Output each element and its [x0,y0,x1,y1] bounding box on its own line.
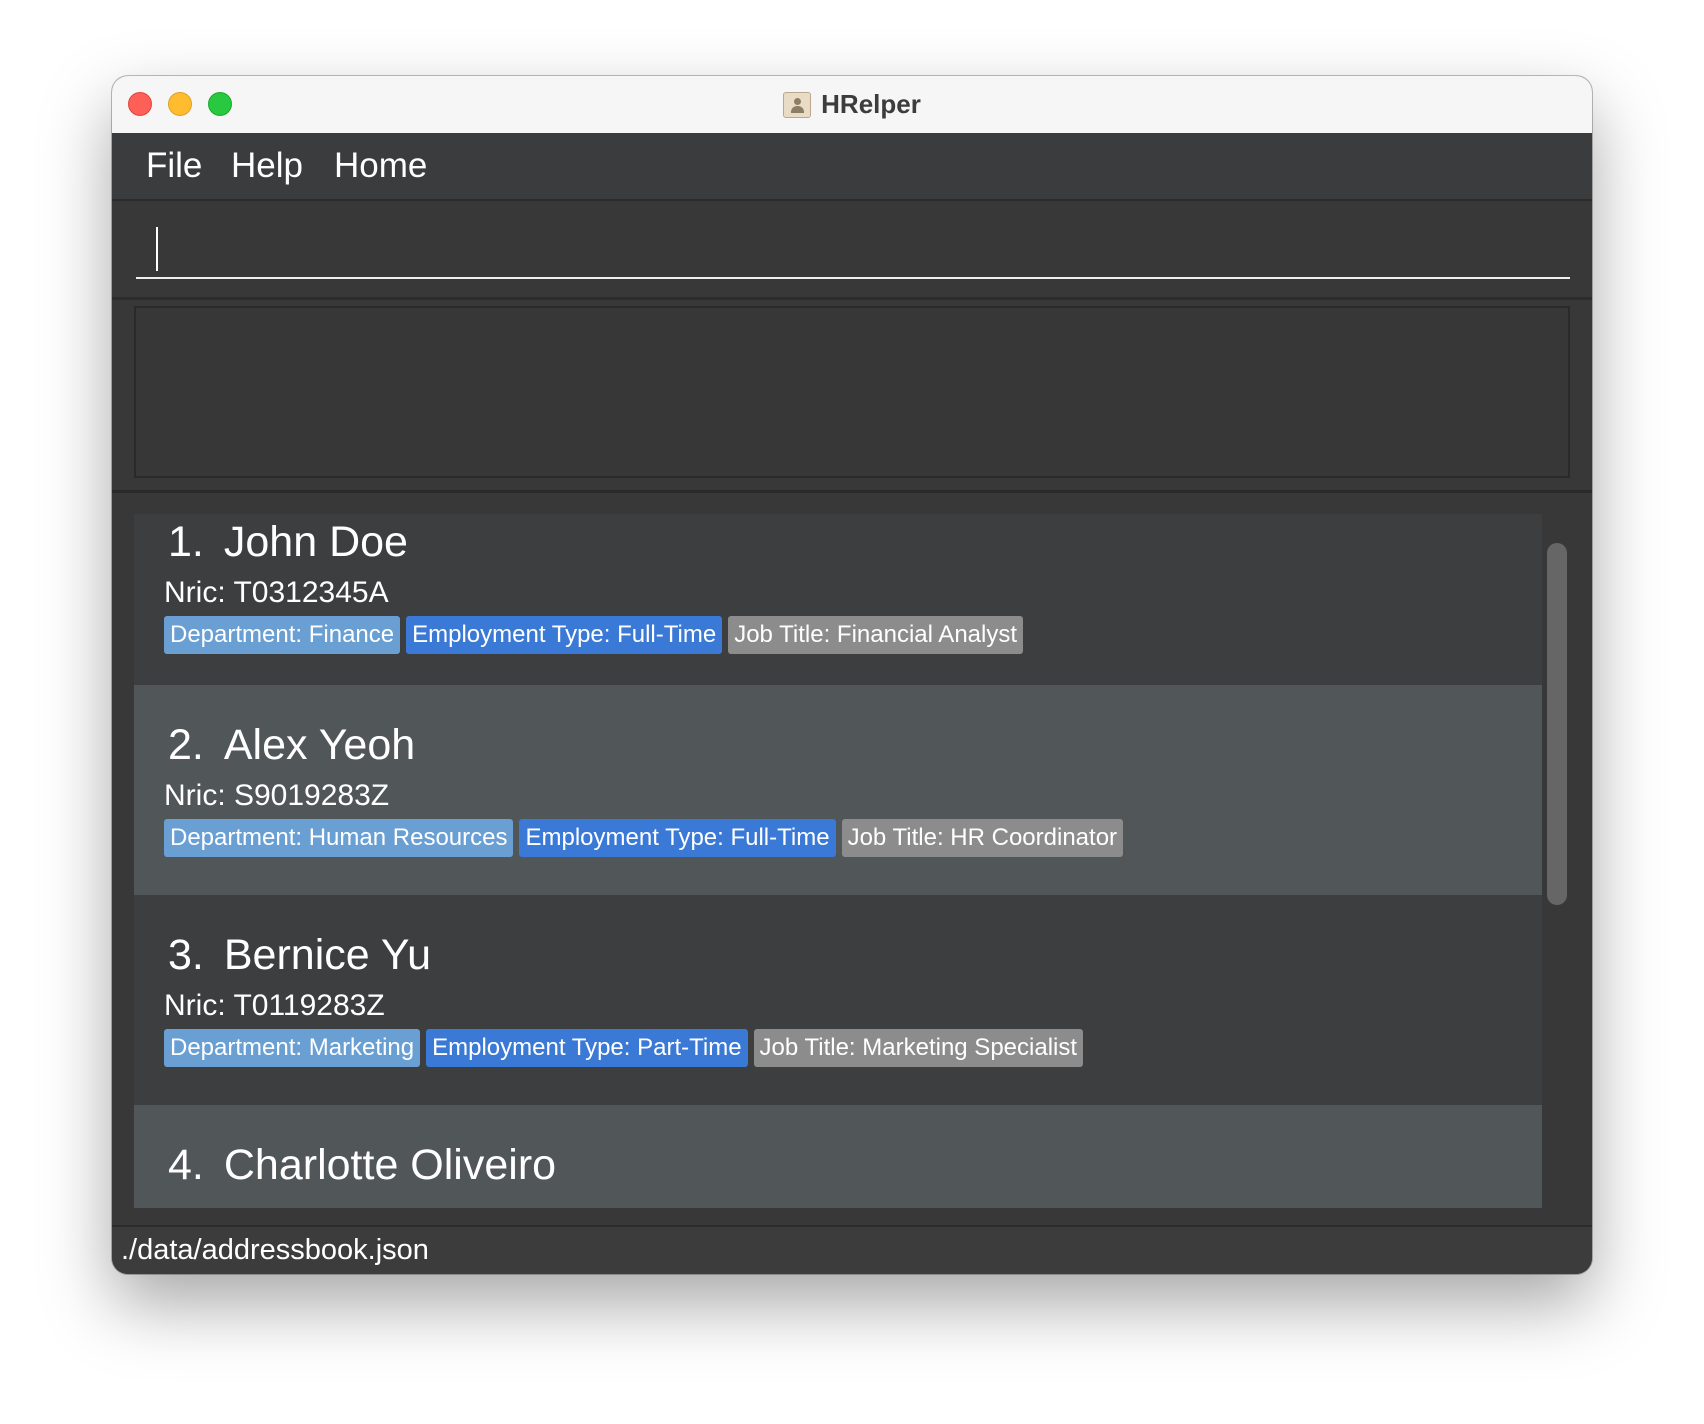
scrollbar-thumb[interactable] [1547,543,1567,905]
person-name: John Doe [223,518,408,566]
person-card[interactable]: 2. Alex Yeoh Nric: S9019283Z Department: … [134,685,1542,895]
app-window: HRelper File Help Home 1. John Doe Nric: … [112,76,1592,1274]
person-nric: Nric: T0119283Z [164,989,385,1022]
person-index: 1. [168,518,204,566]
employment-type-tag: Employment Type: Part-Time [426,1029,748,1067]
window-title: HRelper [821,89,921,119]
department-tag: Department: Marketing [164,1029,421,1067]
job-title-tag: Job Title: HR Coordinator [841,819,1124,857]
person-name-line: 4. Charlotte Oliveiro [168,1141,556,1190]
person-name: Bernice Yu [223,931,432,979]
person-tags: Department: Marketing Employment Type: P… [164,1029,1084,1067]
result-display [134,306,1570,478]
department-tag: Department: Finance [164,616,401,654]
person-name: Alex Yeoh [223,721,416,769]
person-tags: Department: Finance Employment Type: Ful… [164,616,1024,654]
person-name-line: 2. Alex Yeoh [168,721,415,770]
job-title-tag: Job Title: Financial Analyst [728,616,1024,654]
person-card[interactable]: 3. Bernice Yu Nric: T0119283Z Department:… [134,895,1542,1105]
employment-type-tag: Employment Type: Full-Time [519,819,836,857]
person-card[interactable]: 4. Charlotte Oliveiro [134,1105,1542,1208]
person-list[interactable]: 1. John Doe Nric: T0312345A Department: F… [134,514,1542,1208]
data-file-path: ./data/addressbook.json [121,1234,429,1266]
person-index: 2. [168,721,204,769]
menu-home[interactable]: Home [334,133,427,199]
person-name-line: 3. Bernice Yu [168,931,431,980]
person-nric: Nric: S9019283Z [164,779,390,812]
text-cursor [156,227,158,271]
app-contact-icon [783,91,812,118]
person-index: 3. [168,931,204,979]
menu-help[interactable]: Help [231,133,303,199]
title-bar: HRelper [112,76,1592,134]
person-index: 4. [168,1141,204,1189]
window-title-group: HRelper [112,76,1592,133]
divider [112,490,1592,493]
menu-bar: File Help Home [112,133,1592,201]
person-name: Charlotte Oliveiro [223,1141,557,1189]
person-tags: Department: Human Resources Employment T… [164,819,1124,857]
employment-type-tag: Employment Type: Full-Time [406,616,723,654]
person-nric: Nric: T0312345A [164,576,389,609]
person-name-line: 1. John Doe [168,518,408,567]
menu-file[interactable]: File [146,133,202,199]
department-tag: Department: Human Resources [164,819,514,857]
job-title-tag: Job Title: Marketing Specialist [753,1029,1084,1067]
command-box [112,201,1592,300]
command-input[interactable] [136,219,1570,279]
status-bar: ./data/addressbook.json [112,1225,1592,1274]
